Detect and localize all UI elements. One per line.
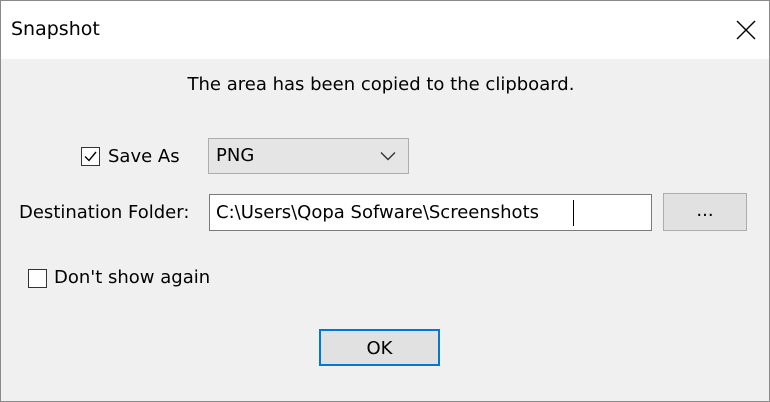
destination-folder-input[interactable]: C:\Users\Qopa Sofware\Screenshots xyxy=(209,194,652,231)
ok-button[interactable]: OK xyxy=(319,329,440,366)
browse-button[interactable]: ... xyxy=(663,193,747,231)
destination-folder-value: C:\Users\Qopa Sofware\Screenshots xyxy=(216,202,539,223)
title-bar: Snapshot xyxy=(1,1,769,59)
window-title: Snapshot xyxy=(11,18,100,40)
snapshot-dialog: Snapshot The area has been copied to the… xyxy=(0,0,770,402)
close-button[interactable] xyxy=(723,1,769,59)
destination-folder-label: Destination Folder: xyxy=(19,202,190,223)
save-as-checkbox[interactable] xyxy=(81,147,100,166)
clipboard-message: The area has been copied to the clipboar… xyxy=(187,74,575,95)
checkmark-icon xyxy=(84,151,97,162)
dont-show-again-checkbox[interactable] xyxy=(28,269,47,288)
chevron-down-icon xyxy=(380,152,396,161)
close-icon xyxy=(736,20,756,40)
format-select-value: PNG xyxy=(216,145,255,166)
format-select[interactable]: PNG xyxy=(208,138,409,174)
dont-show-again-label[interactable]: Don't show again xyxy=(54,267,210,289)
save-as-label[interactable]: Save As xyxy=(108,146,180,168)
text-caret xyxy=(573,200,574,226)
